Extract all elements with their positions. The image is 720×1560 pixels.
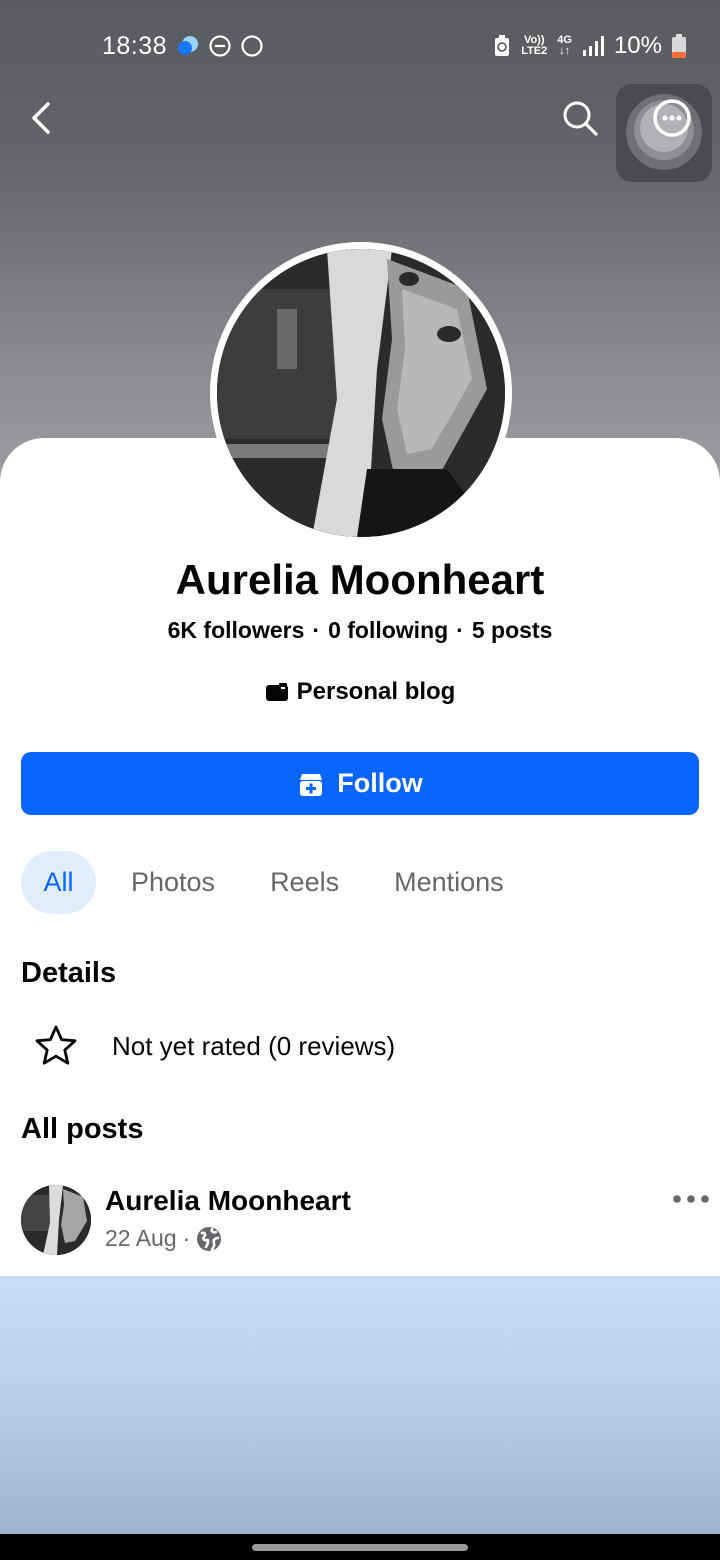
- post-avatar-artwork: [21, 1185, 91, 1255]
- post-options-button[interactable]: [671, 1189, 711, 1209]
- post-header: Aurelia Moonheart 22 Aug ·: [21, 1185, 711, 1257]
- back-button[interactable]: [24, 96, 64, 140]
- data-type-indicator: 4G ↓↑: [557, 34, 572, 57]
- circle-status-icon: [241, 35, 263, 57]
- follow-button[interactable]: Follow: [21, 752, 699, 815]
- all-posts-title: All posts: [21, 1113, 144, 1145]
- more-options-button[interactable]: [616, 84, 712, 182]
- chevron-left-icon: [32, 102, 50, 134]
- posts-count: 5 posts: [471, 617, 553, 643]
- profile-tabs: All Photos Reels Mentions: [21, 851, 539, 914]
- post-date[interactable]: 22 Aug: [105, 1225, 177, 1252]
- battery-icon: [672, 34, 686, 58]
- post-author-avatar[interactable]: [21, 1185, 91, 1255]
- search-button[interactable]: [558, 96, 602, 140]
- signal-icon: [582, 36, 604, 56]
- status-right-icons: Vo)) LTE2 4G ↓↑ 10%: [493, 32, 686, 60]
- follow-button-label: Follow: [337, 768, 423, 798]
- profile-category: Personal blog: [0, 678, 720, 706]
- volte-indicator: Vo)) LTE2: [521, 34, 548, 57]
- profile-name: Aurelia Moonheart: [175, 556, 545, 603]
- profile-picture[interactable]: [210, 242, 512, 544]
- tab-all[interactable]: All: [21, 851, 96, 914]
- rating-text: Not yet rated (0 reviews): [112, 1030, 396, 1061]
- home-gesture-handle[interactable]: [252, 1544, 468, 1551]
- details-title: Details: [21, 957, 117, 989]
- status-bar: 18:38 Vo)) LTE2 4G ↓↑ 10%: [0, 0, 720, 92]
- followers-count[interactable]: 6K followers: [168, 617, 305, 643]
- battery-percentage: 10%: [613, 32, 662, 59]
- more-horizontal-icon: [673, 1195, 709, 1203]
- briefcase-icon: [265, 683, 288, 701]
- post-meta: 22 Aug ·: [105, 1225, 222, 1252]
- status-time: 18:38: [102, 32, 168, 60]
- profile-picture-image: [217, 249, 505, 537]
- profile-artwork: [217, 249, 505, 537]
- globe-icon: [197, 1226, 222, 1251]
- do-not-disturb-icon: [209, 35, 231, 57]
- tab-photos[interactable]: Photos: [111, 851, 235, 914]
- messenger-notification-icon: [178, 36, 198, 55]
- search-icon: [563, 101, 598, 136]
- status-left-icons: [176, 34, 264, 58]
- follow-page-icon: [300, 773, 323, 796]
- tab-reels[interactable]: Reels: [250, 851, 359, 914]
- more-horizontal-icon: [626, 94, 702, 170]
- profile-stats: 6K followers · 0 following · 5 posts: [167, 617, 553, 643]
- rating-row[interactable]: Not yet rated (0 reviews): [34, 1024, 395, 1068]
- tab-mentions[interactable]: Mentions: [374, 851, 524, 914]
- post-author-name[interactable]: Aurelia Moonheart: [105, 1185, 351, 1217]
- battery-saver-icon: [495, 35, 510, 56]
- category-label: Personal blog: [296, 678, 456, 705]
- post-image[interactable]: [0, 1276, 720, 1534]
- star-icon: [35, 1025, 77, 1065]
- following-count[interactable]: 0 following: [328, 617, 448, 643]
